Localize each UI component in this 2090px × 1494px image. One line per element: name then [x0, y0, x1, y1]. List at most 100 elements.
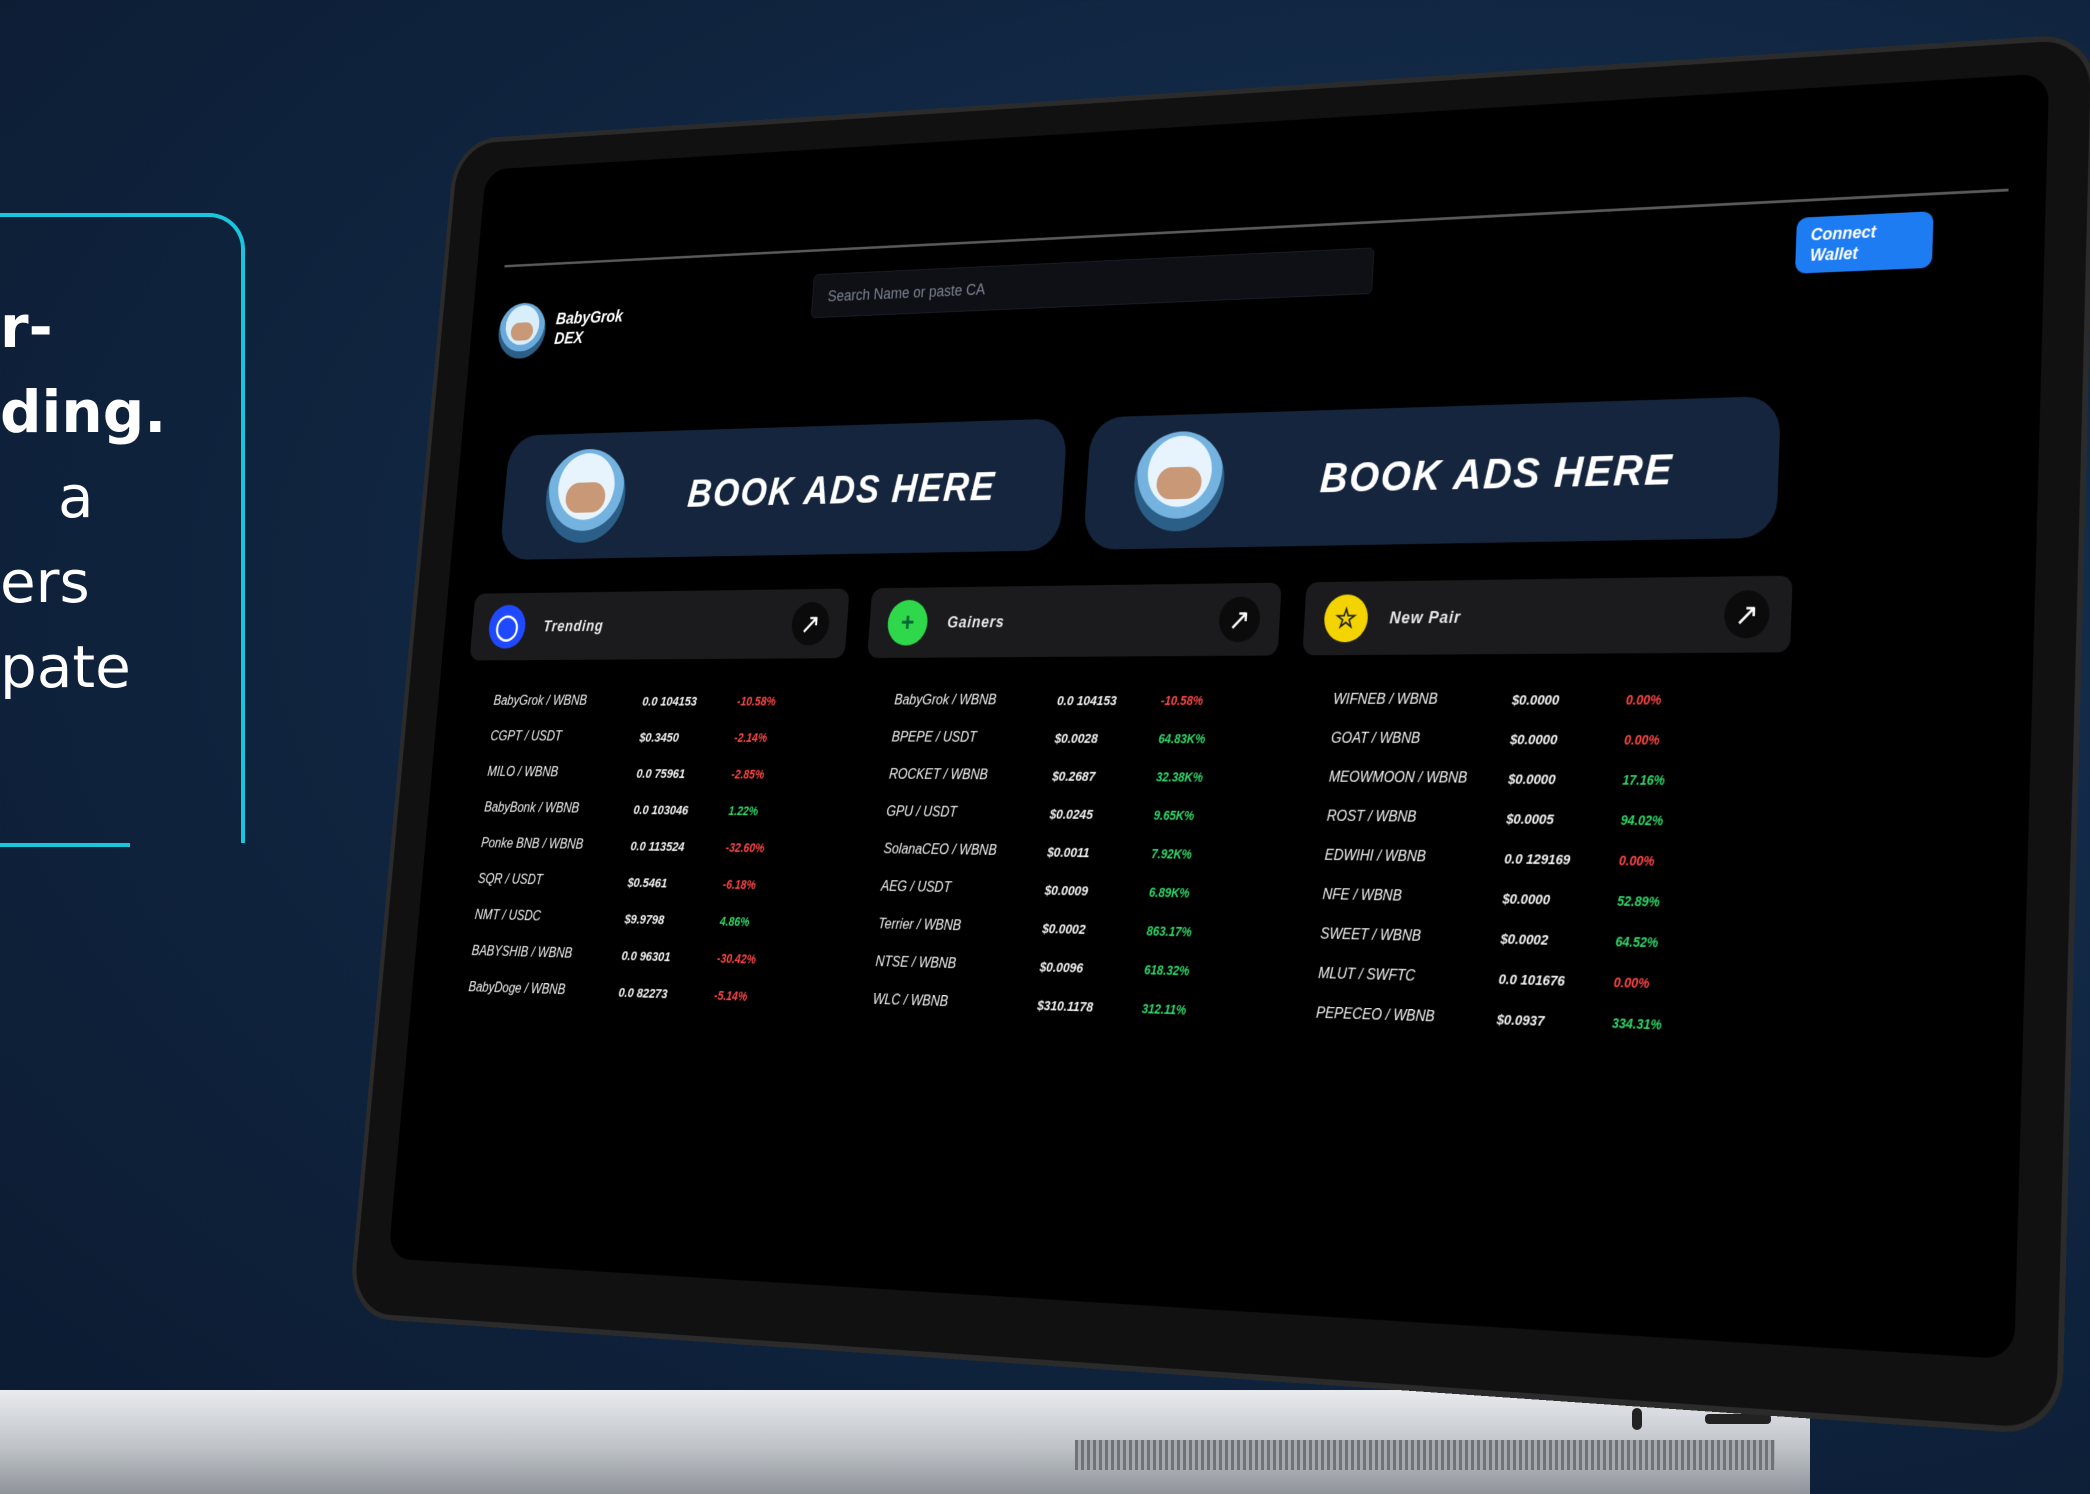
token-pair: EDWIHI / WBNB [1324, 847, 1427, 866]
search-input[interactable]: Search Name or paste CA [810, 247, 1375, 319]
token-change: -10.58% [736, 694, 777, 709]
token-price: 0.0 103046 [632, 802, 689, 818]
ad-banner[interactable]: BOOK ADS HERE [1082, 395, 1782, 550]
token-change: 64.52% [1615, 933, 1659, 951]
flame-icon: ◯ [487, 604, 528, 649]
token-price: $0.0000 [1511, 691, 1560, 708]
arrow-up-right-icon[interactable]: ↗ [1217, 596, 1262, 643]
token-pair: BabyDoge / WBNB [467, 979, 566, 998]
token-pair: Ponke BNB / WBNB [480, 836, 584, 853]
token-pair: AEG / USDT [880, 879, 952, 896]
token-row[interactable]: BabyBonk / WBNB 0.0 103046 1.22% [455, 790, 835, 830]
promo-line: ding. [0, 378, 167, 446]
plus-icon: + [886, 599, 930, 646]
token-price: $0.0000 [1502, 890, 1551, 908]
token-change: 32.38K% [1155, 769, 1204, 785]
token-change: 52.89% [1616, 893, 1661, 910]
token-price: 0.0 96301 [621, 948, 671, 965]
token-pair: CGPT / USDT [489, 729, 563, 744]
ad-banner[interactable]: BOOK ADS HERE [499, 418, 1068, 561]
token-price: $0.0002 [1041, 920, 1086, 938]
token-pair: BabyBonk / WBNB [483, 800, 580, 816]
token-price: $0.3450 [638, 730, 680, 745]
laptop-port [1705, 1414, 1771, 1424]
token-row[interactable]: MEOWMOON / WBNB $0.0000 17.16% [1294, 758, 1786, 801]
token-change: -30.42% [716, 951, 757, 967]
laptop-indicator [1632, 1408, 1642, 1430]
token-pair: MILO / WBNB [486, 764, 559, 780]
token-pair: NTSE / WBNB [875, 954, 957, 972]
token-row[interactable]: CGPT / USDT $0.3450 -2.14% [461, 719, 840, 756]
token-pair: BABYSHIB / WBNB [471, 943, 573, 962]
token-pair: SWEET / WBNB [1319, 926, 1422, 945]
token-price: $0.0009 [1044, 882, 1089, 899]
ad-banner-label: BOOK ADS HERE [686, 463, 998, 516]
token-pair: GPU / USDT [885, 804, 958, 821]
token-pair: WIFNEB / WBNB [1332, 691, 1439, 708]
token-price: $0.0002 [1500, 930, 1549, 949]
token-change: 64.83K% [1158, 731, 1206, 747]
token-row[interactable]: BPEPE / USDT $0.0028 64.83K% [860, 719, 1274, 758]
token-price: $0.0011 [1046, 844, 1090, 861]
token-pair: MEOWMOON / WBNB [1328, 769, 1468, 787]
token-pair: BPEPE / USDT [891, 729, 978, 746]
token-row[interactable]: GOAT / WBNB $0.0000 0.00% [1297, 720, 1788, 761]
token-change: -2.85% [730, 767, 765, 782]
panel-title: Gainers [946, 612, 1006, 631]
token-pair: SQR / USDT [477, 871, 544, 888]
token-change: 0.00% [1623, 732, 1660, 748]
token-price: $0.0028 [1054, 730, 1099, 747]
token-pair: ROST / WBNB [1326, 808, 1417, 826]
babygrok-avatar-icon [542, 447, 630, 544]
promo-card-border [0, 843, 130, 847]
token-change: 9.65K% [1153, 807, 1195, 823]
babygrok-avatar-icon [496, 301, 548, 360]
new-pair-list: WIFNEB / WBNB $0.0000 0.00% GOAT / WBNB $0.0… [1281, 679, 1789, 1049]
site-logo[interactable]: BabyGrok DEX [496, 298, 624, 360]
promo-line: ers [0, 548, 90, 616]
token-price: $0.5461 [627, 875, 668, 891]
token-change: 312.11% [1141, 1001, 1187, 1018]
token-row[interactable]: BabyGrok / WBNB 0.0 104153 -10.58% [464, 683, 842, 720]
connect-wallet-button[interactable]: Connect Wallet [1794, 211, 1934, 274]
token-price: $0.2687 [1051, 768, 1096, 785]
token-pair: GOAT / WBNB [1330, 730, 1421, 747]
token-price: $0.0096 [1039, 959, 1084, 976]
token-row[interactable]: WIFNEB / WBNB $0.0000 0.00% [1299, 679, 1789, 720]
token-price: 0.0 104153 [1056, 692, 1118, 709]
arrow-up-right-icon[interactable]: ↗ [790, 601, 831, 646]
token-change: -5.14% [713, 988, 748, 1004]
token-price: $0.0937 [1496, 1011, 1545, 1030]
token-change: -32.60% [725, 840, 765, 855]
token-price: $0.0000 [1507, 771, 1556, 788]
token-change: -6.18% [722, 877, 757, 892]
token-change: 863.17% [1146, 923, 1193, 940]
token-price: 0.0 113524 [630, 838, 686, 855]
trending-header: ◯ Trending ↗ [469, 588, 850, 661]
star-icon: ☆ [1323, 594, 1370, 643]
trending-list: BabyGrok / WBNB 0.0 104153 -10.58% CGPT / U… [439, 683, 843, 1018]
logo-line1: BabyGrok [555, 307, 624, 329]
laptop-frame: BabyGrok DEX Search Name or paste CA Con… [347, 32, 2090, 1436]
token-row[interactable]: ROST / WBNB $0.0005 94.02% [1292, 797, 1784, 842]
arrow-up-right-icon[interactable]: ↗ [1723, 590, 1771, 639]
token-price: 0.0 101676 [1498, 970, 1566, 990]
promo-line: pate [0, 633, 131, 701]
token-price: 0.0 129169 [1503, 850, 1571, 868]
token-row[interactable]: GPU / USDT $0.0245 9.65K% [855, 793, 1270, 835]
token-row[interactable]: MILO / WBNB 0.0 75961 -2.85% [458, 755, 837, 794]
token-pair: BabyGrok / WBNB [493, 693, 588, 709]
token-row[interactable]: BabyGrok / WBNB 0.0 104153 -10.58% [863, 681, 1276, 719]
token-pair: ROCKET / WBNB [888, 767, 989, 783]
token-change: 4.86% [719, 914, 751, 929]
token-row[interactable]: ROCKET / WBNB $0.2687 32.38K% [857, 756, 1272, 797]
token-price: $310.1178 [1036, 997, 1094, 1015]
gainers-panel: + Gainers ↗ BabyGrok / WBNB 0.0 104153 -10… [841, 582, 1282, 1032]
panel-title: New Pair [1389, 607, 1462, 627]
promo-text: r- ding. a ers pate [0, 285, 166, 710]
token-pair: PEPECEO / WBNB [1315, 1005, 1436, 1026]
token-change: 1.22% [728, 803, 759, 818]
trending-panel: ◯ Trending ↗ BabyGrok / WBNB 0.0 104153 -1… [439, 588, 850, 1018]
token-change: 334.31% [1611, 1015, 1663, 1033]
babygrok-avatar-icon [1131, 430, 1228, 533]
